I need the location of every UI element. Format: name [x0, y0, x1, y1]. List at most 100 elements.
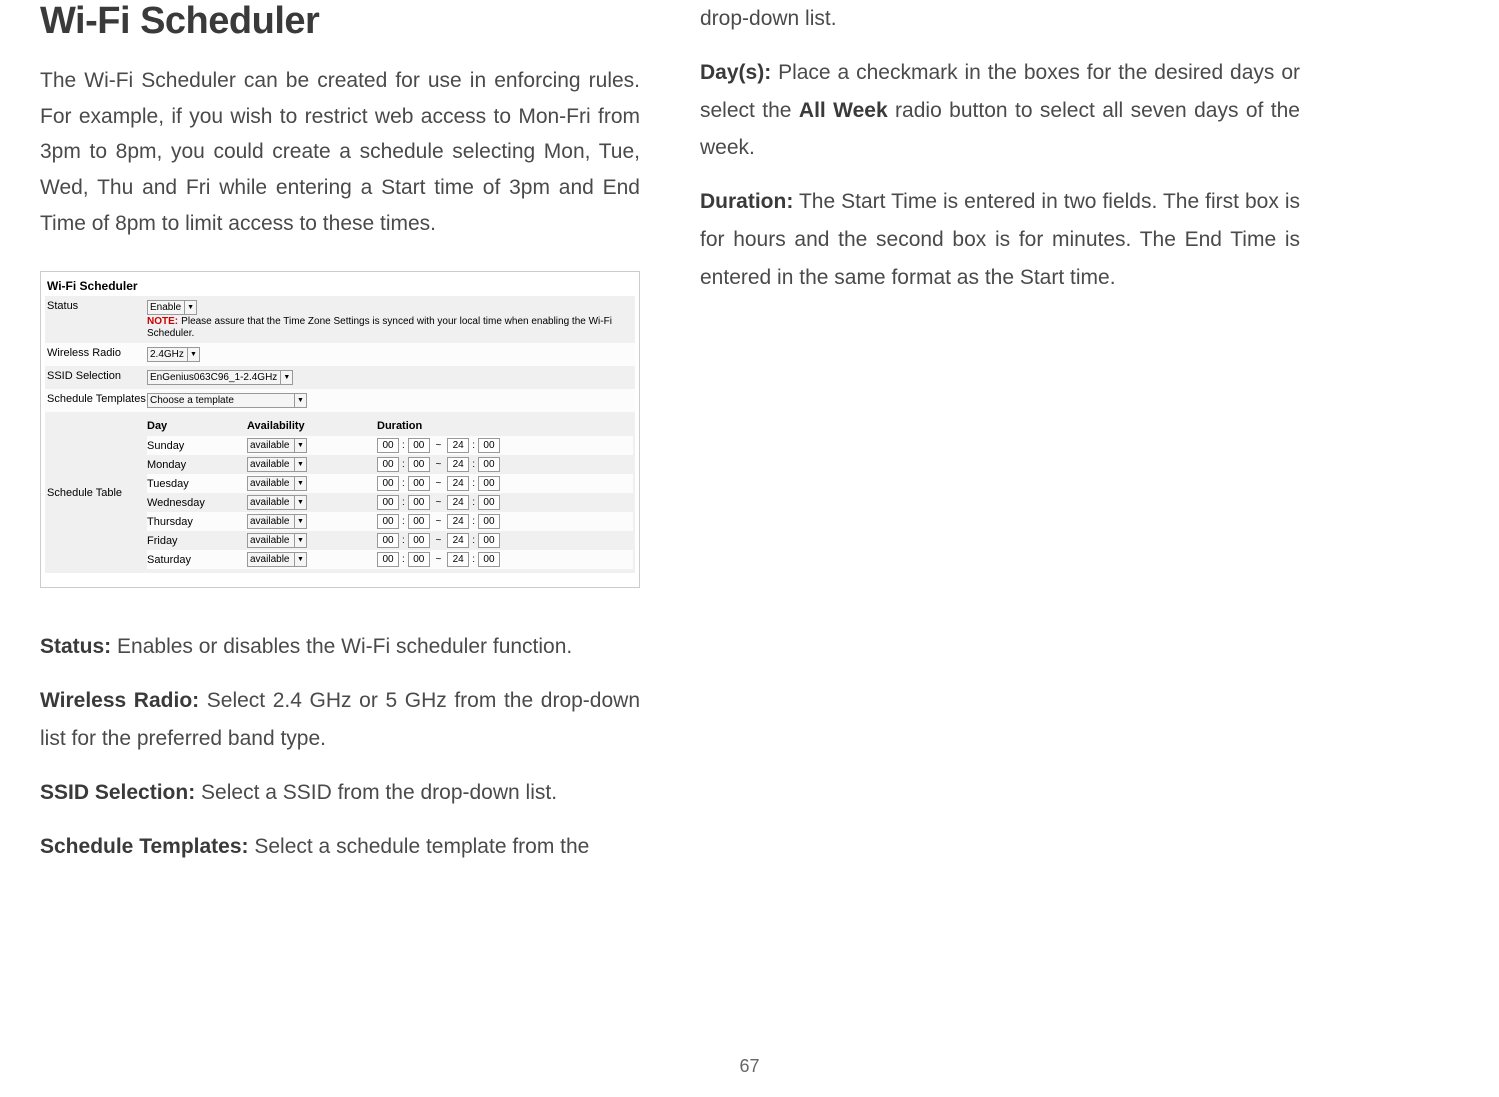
start-min-input[interactable]: 00: [408, 552, 430, 567]
start-hour-input[interactable]: 00: [377, 514, 399, 529]
availability-dropdown[interactable]: available▼: [247, 438, 307, 453]
end-min-input[interactable]: 00: [478, 533, 500, 548]
note-label: NOTE:: [147, 316, 178, 327]
separator: ~: [433, 535, 444, 546]
separator: :: [402, 478, 405, 489]
availability-value: available: [250, 459, 289, 470]
start-hour-input[interactable]: 00: [377, 438, 399, 453]
templates-dropdown[interactable]: Choose a template ▼: [147, 393, 307, 408]
schedule-day: Tuesday: [147, 478, 247, 490]
schedule-day: Friday: [147, 535, 247, 547]
chevron-down-icon: ▼: [294, 534, 306, 547]
availability-dropdown[interactable]: available▼: [247, 476, 307, 491]
availability-dropdown[interactable]: available ▼: [247, 533, 307, 548]
end-hour-input[interactable]: 24: [447, 457, 469, 472]
availability-dropdown[interactable]: available ▼: [247, 552, 307, 567]
ssid-dropdown[interactable]: EnGenius063C96_1-2.4GHz ▼: [147, 370, 293, 385]
end-min-input[interactable]: 00: [478, 552, 500, 567]
schedule-row: Fridayavailable▼00:00 ~ 24:00: [147, 531, 633, 550]
chevron-down-icon: ▼: [294, 394, 306, 407]
availability-value: available: [250, 497, 289, 508]
availability-dropdown[interactable]: available▼: [247, 495, 307, 510]
wifi-scheduler-screenshot: Wi-Fi Scheduler Status Enable ▼ NOTE: Pl…: [40, 271, 640, 588]
end-hour-input[interactable]: 24: [447, 438, 469, 453]
start-hour-input[interactable]: 00: [377, 533, 399, 548]
wireless-radio-dropdown[interactable]: 2.4GHz ▼: [147, 347, 200, 362]
end-hour-input[interactable]: 24: [447, 533, 469, 548]
separator: ~: [433, 554, 444, 565]
schedule-row: Sundayavailable▼00:00 ~ 24:00: [147, 436, 633, 455]
end-min-input[interactable]: 00: [478, 514, 500, 529]
panel-title: Wi-Fi Scheduler: [45, 276, 635, 296]
separator: :: [472, 478, 475, 489]
start-hour-input[interactable]: 00: [377, 552, 399, 567]
chevron-down-icon: ▼: [280, 371, 292, 384]
wireless-radio-value: 2.4GHz: [150, 349, 184, 360]
def-templates-term: Schedule Templates:: [40, 835, 249, 858]
status-label: Status: [47, 300, 147, 312]
status-row: Status Enable ▼ NOTE: Please assure that…: [45, 296, 635, 343]
def-status-term: Status:: [40, 635, 111, 658]
end-hour-input[interactable]: 24: [447, 514, 469, 529]
def-templates-cont: drop-down list.: [700, 0, 1300, 38]
status-dropdown[interactable]: Enable ▼: [147, 300, 197, 315]
availability-dropdown[interactable]: available▼: [247, 514, 307, 529]
ssid-value: EnGenius063C96_1-2.4GHz: [150, 372, 277, 383]
separator: :: [472, 497, 475, 508]
def-radio-term: Wireless Radio:: [40, 689, 199, 712]
schedule-row: Mondayavailable▼ 00:00 ~ 24:00: [147, 455, 633, 474]
start-min-input[interactable]: 00: [408, 476, 430, 491]
schedule-table-header: Day Availability Duration: [147, 416, 633, 436]
end-hour-input[interactable]: 24: [447, 495, 469, 510]
end-hour-input[interactable]: 24: [447, 552, 469, 567]
def-status: Status: Enables or disables the Wi-Fi sc…: [40, 628, 640, 666]
end-min-input[interactable]: 00: [478, 495, 500, 510]
start-min-input[interactable]: 00: [408, 495, 430, 510]
start-min-input[interactable]: 00: [408, 514, 430, 529]
note-text: Please assure that the Time Zone Setting…: [147, 316, 612, 339]
intro-paragraph: The Wi-Fi Scheduler can be created for u…: [40, 63, 640, 241]
separator: :: [402, 554, 405, 565]
schedule-row: Saturdayavailable▼00:00 ~ 24:00: [147, 550, 633, 569]
schedule-table-row: Schedule Table Day Availability Duration…: [45, 412, 635, 573]
wireless-radio-label: Wireless Radio: [47, 347, 147, 359]
schedule-row: Thursdayavailable▼00:00 ~ 24:00: [147, 512, 633, 531]
schedule-duration: 00:00 ~ 24:00: [377, 476, 633, 491]
templates-label: Schedule Templates: [47, 393, 147, 405]
chevron-down-icon: ▼: [294, 553, 306, 566]
col-duration: Duration: [377, 420, 633, 432]
end-min-input[interactable]: 00: [478, 438, 500, 453]
separator: :: [402, 535, 405, 546]
start-hour-input[interactable]: 00: [377, 476, 399, 491]
page-number: 67: [739, 1056, 759, 1077]
templates-row: Schedule Templates Choose a template ▼: [45, 389, 635, 412]
separator: :: [402, 497, 405, 508]
schedule-duration: 00:00 ~ 24:00: [377, 438, 633, 453]
chevron-down-icon: ▼: [294, 515, 306, 528]
separator: :: [472, 516, 475, 527]
separator: ~: [433, 478, 444, 489]
end-hour-input[interactable]: 24: [447, 476, 469, 491]
start-hour-input[interactable]: 00: [377, 495, 399, 510]
schedule-duration: 00:00 ~ 24:00: [377, 495, 633, 510]
separator: :: [402, 516, 405, 527]
separator: ~: [433, 497, 444, 508]
start-hour-input[interactable]: 00: [377, 457, 399, 472]
chevron-down-icon: ▼: [294, 477, 306, 490]
page-heading: Wi-Fi Scheduler: [40, 0, 640, 43]
separator: ~: [433, 459, 444, 470]
availability-dropdown[interactable]: available▼: [247, 457, 307, 472]
schedule-day: Monday: [147, 459, 247, 471]
separator: :: [472, 554, 475, 565]
start-min-input[interactable]: 00: [408, 533, 430, 548]
end-min-input[interactable]: 00: [478, 457, 500, 472]
availability-value: available: [250, 535, 289, 546]
start-min-input[interactable]: 00: [408, 438, 430, 453]
chevron-down-icon: ▼: [187, 348, 199, 361]
start-min-input[interactable]: 00: [408, 457, 430, 472]
schedule-duration: 00:00 ~ 24:00: [377, 457, 633, 472]
def-radio: Wireless Radio: Select 2.4 GHz or 5 GHz …: [40, 682, 640, 758]
availability-value: available: [250, 554, 289, 565]
status-dropdown-value: Enable: [150, 302, 181, 313]
end-min-input[interactable]: 00: [478, 476, 500, 491]
